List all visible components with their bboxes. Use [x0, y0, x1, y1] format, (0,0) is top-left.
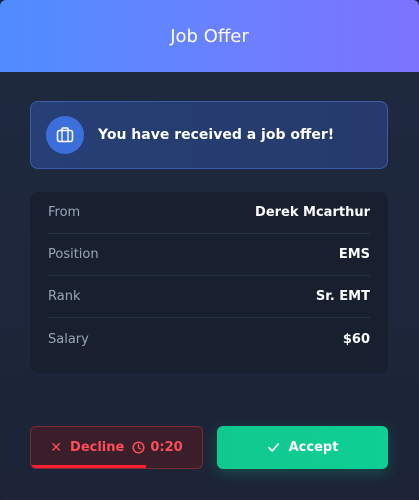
timer-progress-bar [31, 465, 146, 468]
from-value: Derek Mcarthur [255, 205, 370, 220]
offer-notice: You have received a job offer! [30, 101, 388, 169]
detail-row-position: Position EMS [48, 234, 370, 276]
detail-row-from: From Derek Mcarthur [48, 192, 370, 234]
salary-label: Salary [48, 331, 89, 347]
check-icon [267, 441, 280, 454]
accept-label: Accept [288, 440, 339, 455]
notice-text: You have received a job offer! [98, 127, 335, 143]
salary-value: $60 [342, 331, 370, 347]
rank-label: Rank [48, 289, 81, 304]
clock-icon [132, 441, 145, 454]
position-value: EMS [338, 247, 370, 262]
accept-button[interactable]: Accept [217, 426, 388, 469]
rank-value: Sr. EMT [315, 289, 370, 304]
decline-button[interactable]: ✕ Decline 0:20 [30, 426, 203, 469]
job-offer-dialog: Job Offer You have received a job offer!… [0, 0, 419, 500]
offer-details: From Derek Mcarthur Position EMS Rank Sr… [30, 192, 388, 373]
dialog-header: Job Offer [0, 0, 419, 72]
close-icon: ✕ [50, 439, 63, 456]
decline-label: Decline [70, 440, 125, 455]
decline-timer: 0:20 [150, 440, 183, 455]
detail-row-salary: Salary $60 [48, 318, 370, 360]
briefcase-icon [46, 116, 84, 154]
position-label: Position [48, 247, 99, 262]
from-label: From [48, 205, 81, 220]
dialog-title: Job Offer [170, 25, 249, 47]
detail-row-rank: Rank Sr. EMT [48, 276, 370, 318]
